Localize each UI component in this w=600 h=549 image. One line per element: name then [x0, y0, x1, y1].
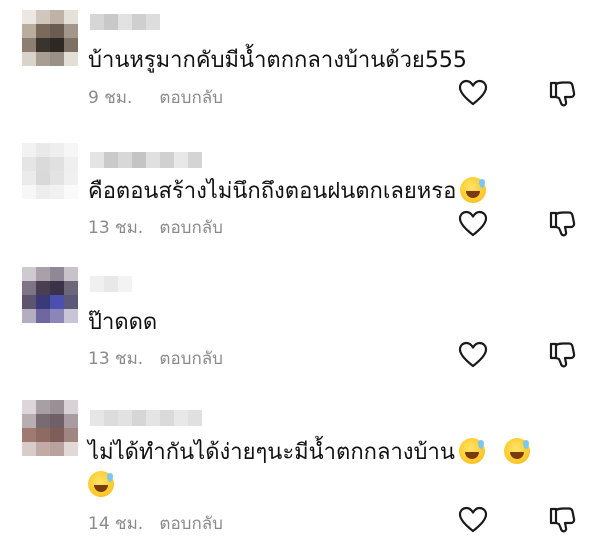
comment-text-content: ไม่ได้ทำกันได้ง่ายๆนะมีน้ำตกกลางบ้าน: [88, 440, 455, 465]
reply-button[interactable]: ตอบกลับ: [159, 514, 223, 534]
reply-button[interactable]: ตอบกลับ: [159, 88, 223, 108]
comment-time: 13 ชม.: [88, 349, 144, 369]
thumbs-down-icon[interactable]: [548, 341, 576, 369]
heart-icon[interactable]: [458, 210, 488, 238]
grinning-sweat-emoji-icon: [503, 438, 530, 464]
comment-time: 14 ชม.: [88, 514, 144, 534]
heart-icon[interactable]: [458, 341, 488, 369]
username-blurred[interactable]: [90, 152, 202, 168]
comment-meta: 14 ชม. ตอบกลับ: [88, 510, 223, 537]
comment-text: ป๊าดดด: [88, 308, 157, 338]
comment-time: 9 ชม.: [88, 88, 133, 108]
reply-button[interactable]: ตอบกลับ: [159, 349, 223, 369]
thumbs-down-icon[interactable]: [548, 506, 576, 534]
avatar[interactable]: [22, 143, 78, 199]
comment-text: บ้านหรูมากคับมีน้ำตกกลางบ้านด้วย555: [88, 46, 467, 76]
comment-meta: 13 ชม. ตอบกลับ: [88, 345, 223, 372]
comment-text-content: บ้านหรูมากคับมีน้ำตกกลางบ้านด้วย555: [88, 48, 467, 73]
reply-button[interactable]: ตอบกลับ: [159, 218, 223, 238]
grinning-sweat-emoji-icon: [88, 471, 114, 497]
comment-text-content: คือตอนสร้างไม่นึกถึงตอนฝนตกเลยหรอ: [88, 179, 457, 204]
grinning-sweat-emoji-icon: [458, 438, 485, 464]
comment-text: ไม่ได้ทำกันได้ง่ายๆนะมีน้ำตกกลางบ้าน: [88, 438, 530, 468]
heart-icon[interactable]: [458, 506, 488, 534]
username-blurred[interactable]: [90, 410, 202, 426]
grinning-sweat-emoji-icon: [460, 177, 487, 203]
thumbs-down-icon[interactable]: [548, 210, 576, 238]
comment-text-content: ป๊าดดด: [88, 310, 158, 335]
thumbs-down-icon[interactable]: [548, 80, 576, 108]
comment-meta: 13 ชม. ตอบกลับ: [88, 214, 223, 241]
comment-meta: 9 ชม. ตอบกลับ: [88, 84, 223, 111]
comment-text: คือตอนสร้างไม่นึกถึงตอนฝนตกเลยหรอ: [88, 177, 487, 207]
comment-time: 13 ชม.: [88, 218, 144, 238]
heart-icon[interactable]: [458, 79, 488, 107]
avatar[interactable]: [22, 400, 78, 456]
avatar[interactable]: [22, 267, 78, 323]
avatar[interactable]: [22, 10, 78, 66]
comment-text-continuation: [88, 471, 114, 501]
username-blurred[interactable]: [90, 14, 160, 30]
username-blurred[interactable]: [90, 276, 132, 292]
